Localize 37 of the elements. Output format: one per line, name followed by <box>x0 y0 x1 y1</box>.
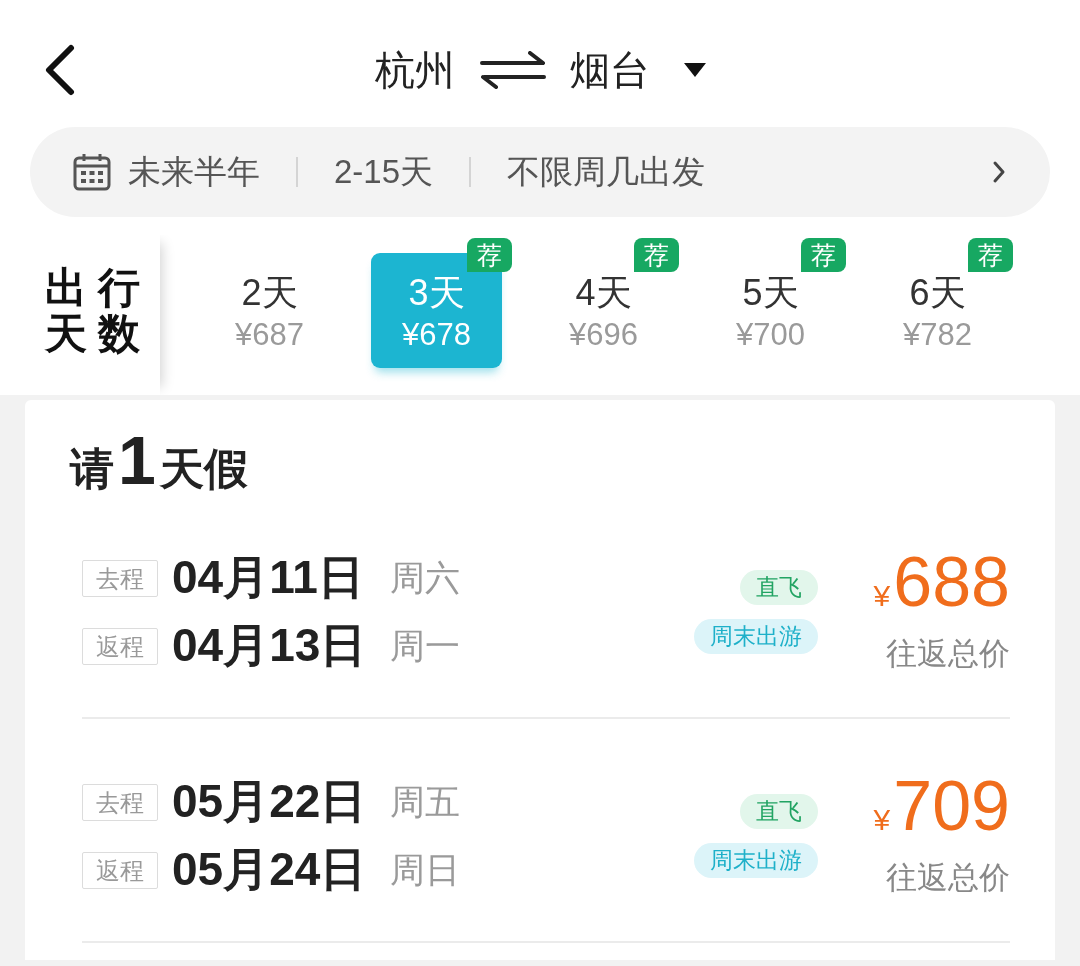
direct-flight-tag: 直飞 <box>740 794 818 829</box>
round-trip-price: ¥688 <box>873 550 1010 623</box>
filter-label: 未来半年 <box>128 151 260 192</box>
price-note: 往返总价 <box>886 635 1010 673</box>
weekday: 周六 <box>390 556 460 599</box>
direct-flight-tag: 直飞 <box>740 570 818 605</box>
filter-label: 2-15天 <box>334 151 434 192</box>
leg-label: 去程 <box>82 559 158 597</box>
leg-label: 返程 <box>82 627 158 665</box>
destination-city[interactable]: 烟台 <box>569 42 650 98</box>
trip-days-label: 出行天数 <box>0 235 160 395</box>
swap-icon[interactable] <box>479 51 546 89</box>
round-trip-price: ¥709 <box>873 774 1010 847</box>
leg-label: 去程 <box>82 783 158 821</box>
recommended-badge: 荐 <box>634 238 679 272</box>
return-date: 05月24日 <box>172 842 368 897</box>
weekday: 周五 <box>390 780 460 823</box>
departure-date: 04月11日 <box>172 550 365 605</box>
filter-bar[interactable]: 未来半年 2-15天 不限周几出发 <box>30 127 1050 217</box>
chevron-right-icon[interactable] <box>992 160 1006 184</box>
trip-days-tab[interactable]: 2天 ¥687 <box>204 253 335 368</box>
weekend-trip-tag: 周末出游 <box>694 843 818 878</box>
leave-days-heading: 请 1天假 <box>70 425 248 500</box>
weekend-trip-tag: 周末出游 <box>694 619 818 654</box>
departure-date: 05月22日 <box>172 774 368 829</box>
recommended-badge: 荐 <box>467 238 512 272</box>
return-date: 04月13日 <box>172 618 368 673</box>
calendar-icon <box>73 153 111 191</box>
origin-city[interactable]: 杭州 <box>374 42 455 98</box>
recommended-badge: 荐 <box>801 238 846 272</box>
weekday: 周一 <box>390 624 460 667</box>
recommended-badge: 荐 <box>968 238 1013 272</box>
filter-label: 不限周几出发 <box>507 151 706 192</box>
price-note: 往返总价 <box>886 859 1010 897</box>
leg-label: 返程 <box>82 851 158 889</box>
weekday: 周日 <box>390 848 460 891</box>
caret-icon[interactable] <box>683 63 706 77</box>
